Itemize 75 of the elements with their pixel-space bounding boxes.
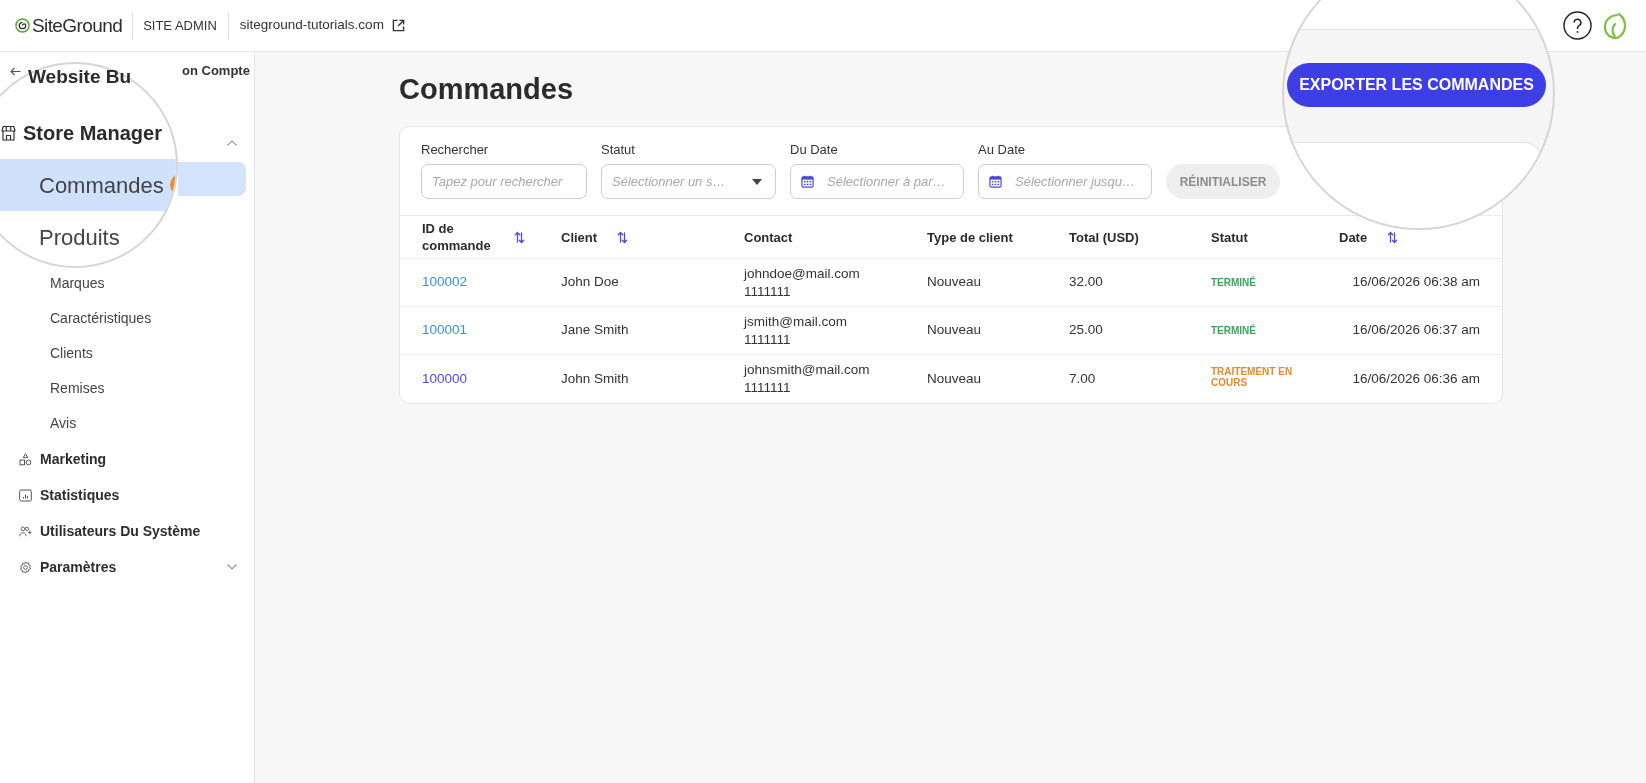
calendar-icon[interactable] — [801, 175, 814, 188]
order-total: 25.00 — [1069, 322, 1103, 338]
storefront-icon — [1, 125, 16, 141]
sidebar-group-header[interactable]: Store Manager — [0, 119, 176, 147]
customer-type: Nouveau — [927, 370, 982, 386]
status-label: TRAITEMENT EN COURS — [1211, 365, 1294, 388]
sidebar-item[interactable]: Utilisateurs Du Système — [0, 513, 254, 549]
sort-icon[interactable] — [617, 230, 629, 244]
column-header: Total (USD) — [1069, 228, 1139, 246]
filter-label: Du Date — [790, 142, 839, 158]
status-select[interactable]: Sélectionner un s… — [601, 164, 776, 199]
order-date: 16/06/2026 06:37 am — [1352, 322, 1480, 338]
help-icon[interactable] — [1563, 11, 1592, 40]
sidebar-item[interactable]: Marques — [0, 266, 254, 301]
sidebar-section-title: Website Bu — [28, 65, 132, 89]
back-arrow-icon[interactable] — [10, 66, 21, 76]
logo-wordmark[interactable]: SiteGround — [32, 13, 123, 38]
external-link-icon[interactable] — [391, 19, 405, 32]
order-date: 16/06/2026 06:36 am — [1352, 370, 1480, 386]
sidebar-item[interactable]: Caractéristiques — [0, 301, 254, 336]
column-header: Statut — [1211, 228, 1248, 246]
filter-label: Statut — [601, 142, 636, 158]
caret-down-icon[interactable] — [752, 179, 762, 185]
contact-email: johndoe@mail.com — [744, 264, 860, 283]
contact-email: jsmith@mail.com — [744, 312, 847, 331]
shapes-icon — [19, 452, 32, 466]
date-field[interactable]: Sélectionner jusqu… — [978, 164, 1152, 199]
page-title: Commandes — [399, 73, 574, 105]
users-icon — [19, 524, 32, 538]
client-name: John Doe — [561, 274, 619, 290]
client-name: Jane Smith — [561, 322, 629, 338]
column-header: ID de commande — [422, 220, 492, 254]
sidebar-item[interactable]: Avis — [0, 406, 254, 441]
order-total: 7.00 — [1069, 370, 1096, 386]
column-header: Type de client — [927, 228, 1013, 246]
sidebar-item[interactable]: Clients — [0, 336, 254, 371]
order-id-link[interactable]: 100001 — [422, 322, 468, 338]
sidebar-item[interactable]: Commandes — [0, 159, 176, 211]
contact-phone: 1111111 — [744, 330, 791, 349]
order-id-link[interactable]: 100000 — [422, 370, 468, 386]
customer-type: Nouveau — [927, 274, 982, 290]
chart-icon — [19, 488, 32, 502]
back-link[interactable]: on Compte — [182, 61, 250, 81]
export-orders-button[interactable]: EXPORTER LES COMMANDES — [1287, 63, 1546, 107]
order-total: 32.00 — [1069, 274, 1103, 290]
column-header: Date — [1339, 228, 1368, 246]
calendar-icon[interactable] — [989, 175, 1002, 188]
column-header: Contact — [744, 228, 793, 246]
sort-icon[interactable] — [514, 230, 525, 244]
search-field[interactable]: Tapez pour rechercher — [421, 164, 587, 199]
site-link[interactable]: siteground-tutorials.com — [239, 15, 384, 36]
client-name: John Smith — [561, 370, 629, 386]
sort-icon[interactable] — [1387, 230, 1399, 244]
filter-label: Rechercher — [421, 142, 490, 158]
customer-type: Nouveau — [927, 322, 982, 338]
gear-icon — [19, 560, 32, 574]
contact-phone: 1111111 — [744, 282, 791, 301]
contact-phone: 1111111 — [744, 379, 791, 397]
spiral-logo-icon[interactable] — [15, 18, 30, 33]
sidebar-item[interactable]: Produits — [0, 211, 176, 263]
chevron-down-icon[interactable] — [227, 564, 237, 570]
order-id-link[interactable]: 100002 — [422, 274, 468, 290]
sidebar-item[interactable]: Marketing — [0, 441, 254, 477]
status-label: TERMINÉ — [1211, 325, 1256, 337]
order-date: 16/06/2026 06:38 am — [1352, 274, 1480, 290]
filter-label: Au Date — [978, 142, 1026, 158]
contact-email: johnsmith@mail.com — [744, 361, 870, 379]
column-header: Client — [561, 228, 598, 246]
sidebar-item[interactable]: Remises — [0, 371, 254, 406]
section-label: SITE ADMIN — [143, 16, 217, 35]
sidebar-item[interactable]: Statistiques — [0, 477, 254, 513]
date-field[interactable]: Sélectionner à par… — [790, 164, 964, 199]
chevron-up-icon[interactable] — [227, 140, 237, 146]
sidebar-item[interactable]: Paramètres — [0, 549, 254, 585]
status-label: TERMINÉ — [1211, 277, 1256, 289]
